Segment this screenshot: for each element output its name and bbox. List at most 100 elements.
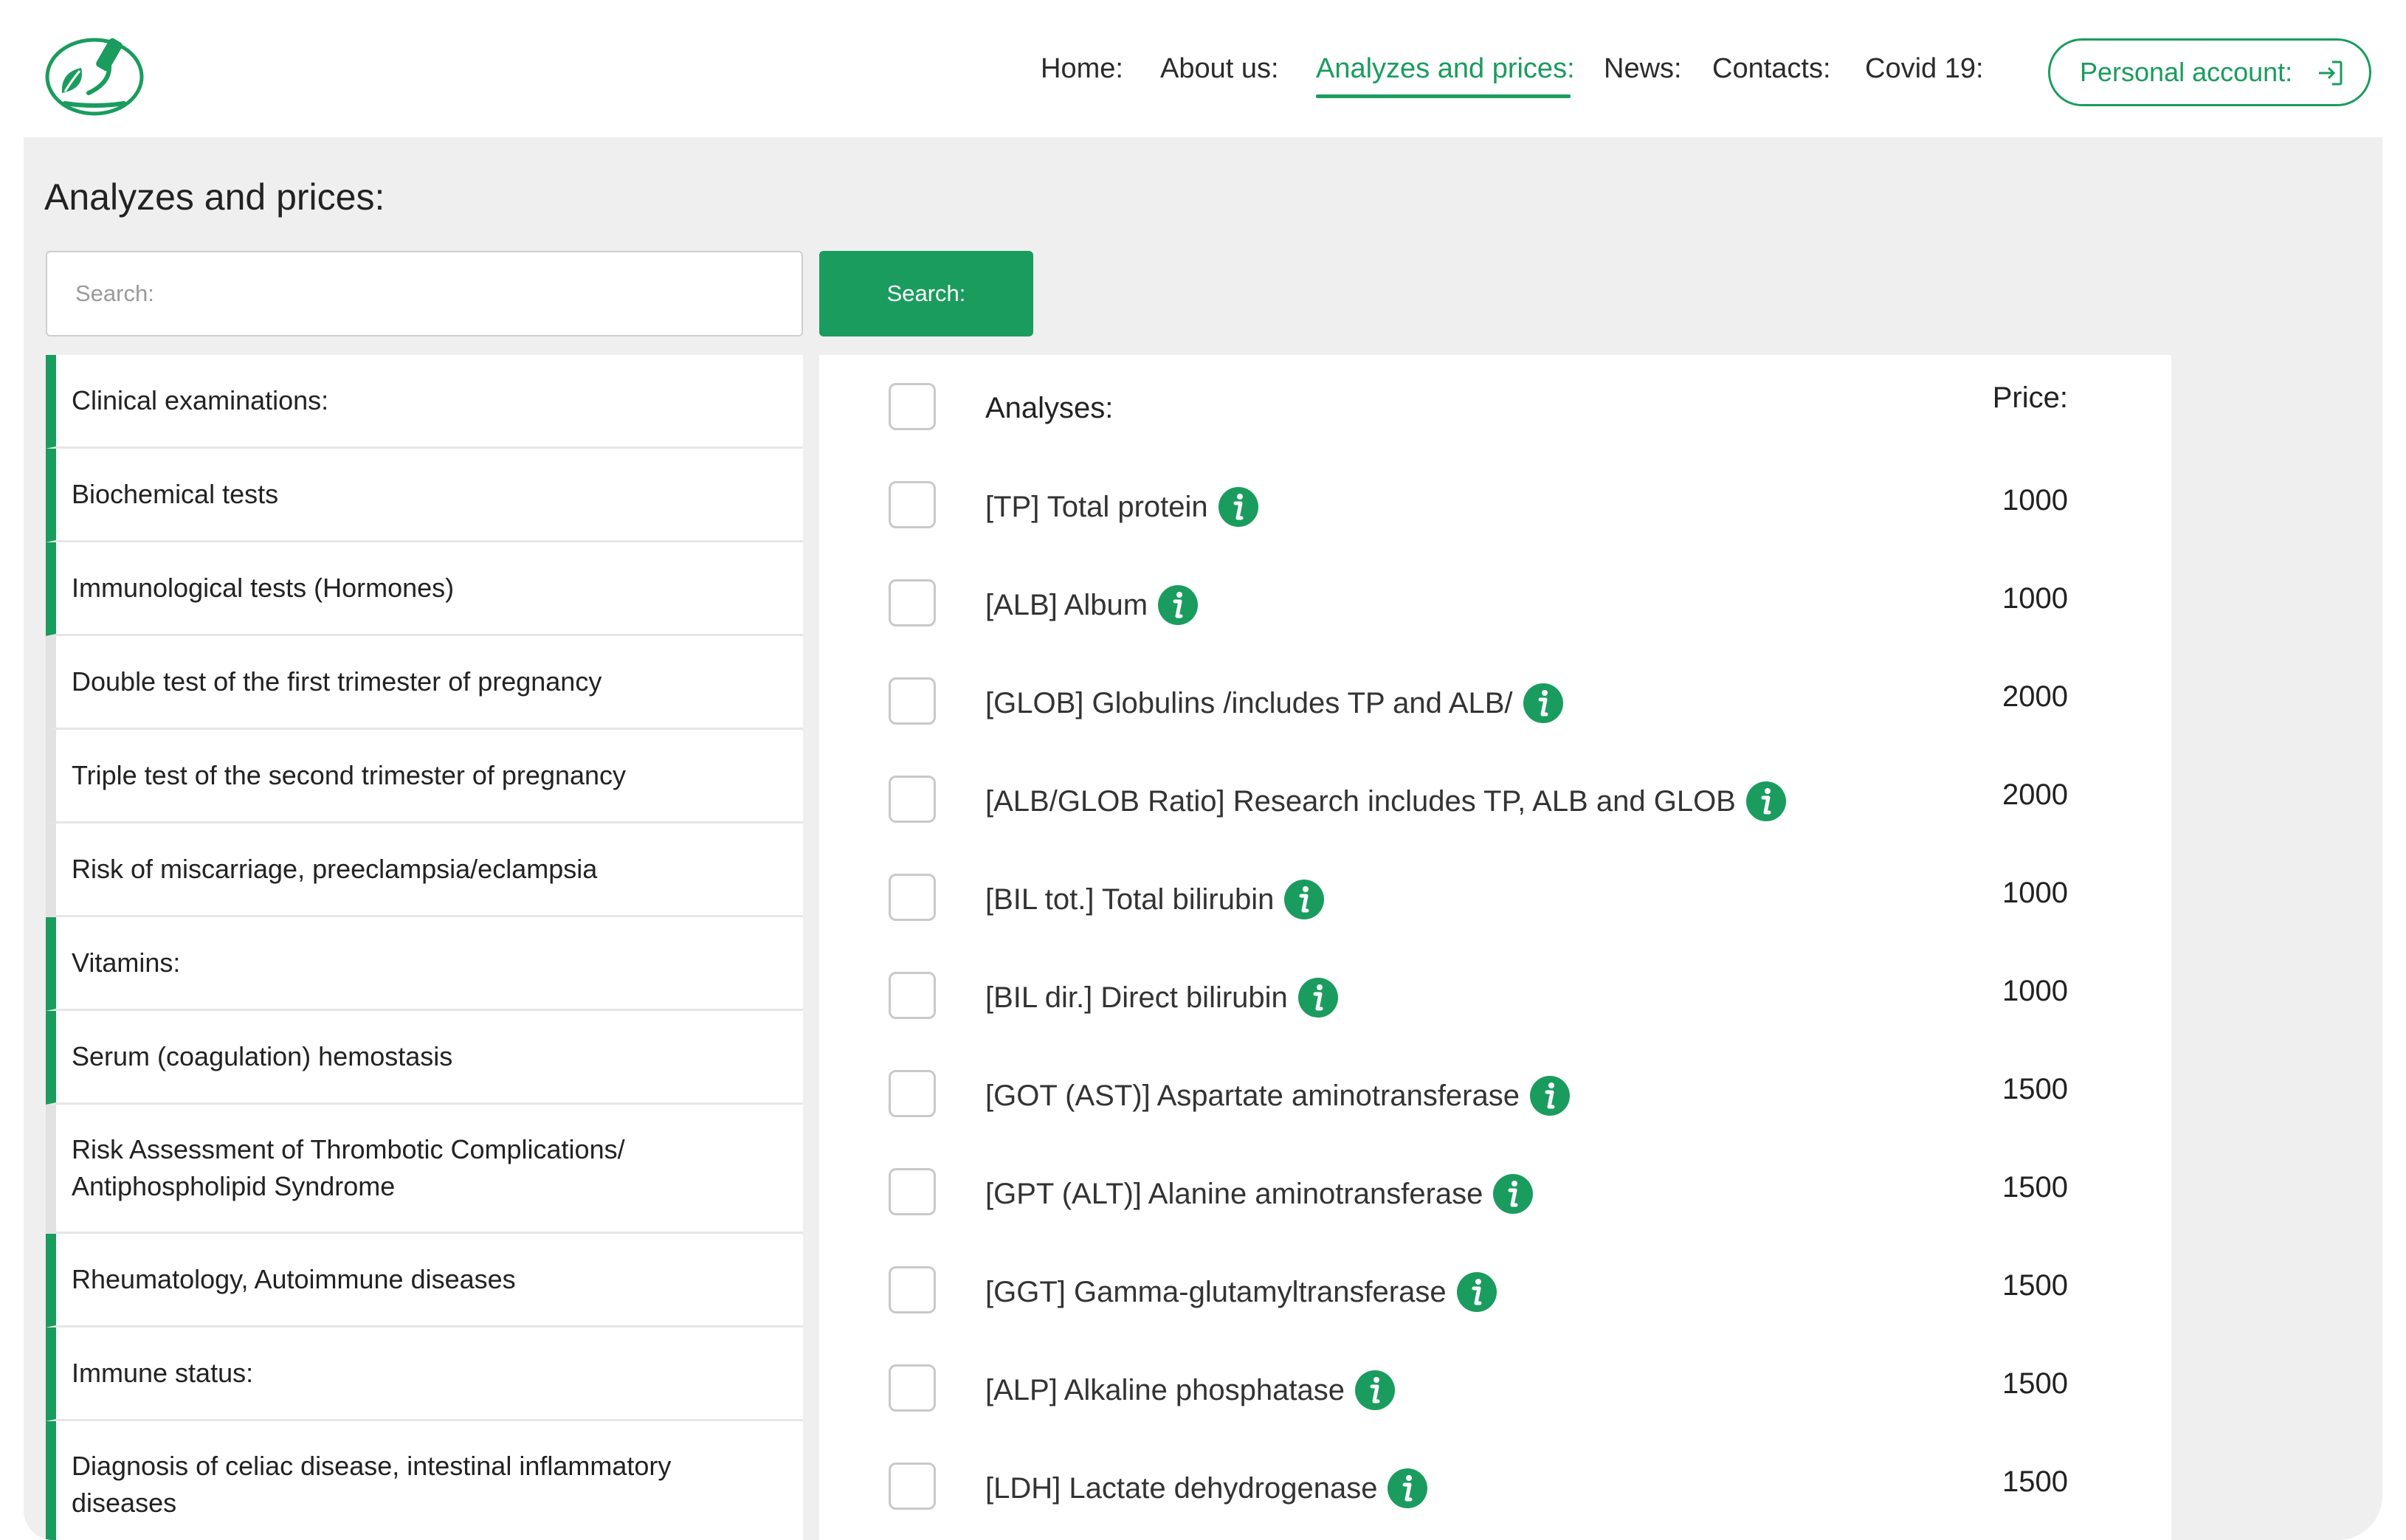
- row-checkbox[interactable]: [889, 1168, 936, 1215]
- category-label: Double test of the first trimester of pr…: [72, 666, 602, 697]
- row-checkbox[interactable]: [889, 677, 936, 725]
- info-icon[interactable]: [1217, 486, 1260, 528]
- analysis-name: [GGT] Gamma-glutamyltransferase: [985, 1271, 1498, 1313]
- analysis-price: 1000: [2002, 877, 2068, 909]
- analysis-price: 1500: [2002, 1269, 2068, 1302]
- analysis-price: 1500: [2002, 1465, 2068, 1498]
- category-label: Serum (coagulation) hemostasis: [72, 1041, 453, 1071]
- info-icon[interactable]: [1455, 1271, 1498, 1313]
- nav-active-underline: [1316, 94, 1571, 98]
- row-checkbox[interactable]: [889, 1070, 936, 1117]
- nav-covid-19[interactable]: Covid 19:: [1865, 53, 1984, 85]
- category-label: Diagnosis of celiac disease, intestinal …: [72, 1451, 672, 1518]
- nav-home[interactable]: Home:: [1041, 53, 1123, 85]
- analysis-name: [GOT (AST)] Aspartate aminotransferase: [985, 1074, 1571, 1117]
- price-column-header: Price:: [1992, 381, 2068, 414]
- analysis-price: 2000: [2002, 680, 2068, 713]
- row-checkbox[interactable]: [889, 1364, 936, 1412]
- search-button[interactable]: Search:: [819, 251, 1033, 336]
- table-header-row: Analyses: Price:: [819, 355, 2171, 453]
- category-label: Immune status:: [72, 1358, 254, 1388]
- nav-contacts[interactable]: Contacts:: [1712, 53, 1831, 85]
- analysis-name-text: [ALB/GLOB Ratio] Research includes TP, A…: [985, 784, 1736, 818]
- analysis-name-text: [ALB] Album: [985, 588, 1148, 621]
- category-label: Biochemical tests: [72, 479, 279, 509]
- main-nav: Home: About us: Analyzes and prices: New…: [0, 53, 2406, 112]
- table-row: [ALB/GLOB Ratio] Research includes TP, A…: [819, 747, 2171, 846]
- info-icon[interactable]: [1745, 780, 1788, 823]
- search-input[interactable]: [46, 251, 803, 336]
- row-checkbox[interactable]: [889, 776, 936, 823]
- analysis-name: [ALB/GLOB Ratio] Research includes TP, A…: [985, 780, 1788, 823]
- row-checkbox[interactable]: [889, 874, 936, 921]
- analysis-price: 1000: [2002, 484, 2068, 517]
- info-icon[interactable]: [1157, 584, 1199, 626]
- analysis-name: [BIL tot.] Total bilirubin: [985, 878, 1326, 921]
- category-item[interactable]: Clinical examinations:: [46, 355, 803, 449]
- analysis-price: 1500: [2002, 1367, 2068, 1400]
- row-checkbox[interactable]: [889, 972, 936, 1019]
- analysis-name-text: [BIL tot.] Total bilirubin: [985, 883, 1275, 916]
- category-item[interactable]: Diagnosis of celiac disease, intestinal …: [46, 1421, 803, 1540]
- personal-account-label: Personal account:: [2080, 57, 2293, 87]
- login-icon: [2319, 61, 2343, 86]
- analysis-name-text: [GOT (AST)] Aspartate aminotransferase: [985, 1079, 1520, 1112]
- row-checkbox[interactable]: [889, 481, 936, 528]
- category-list: Clinical examinations: Biochemical tests…: [46, 355, 803, 1540]
- category-item[interactable]: Double test of the first trimester of pr…: [46, 636, 803, 730]
- analysis-name: [ALB] Album: [985, 584, 1199, 626]
- main-content: Analyzes and prices: Search: Clinical ex…: [24, 137, 2382, 1540]
- analyses-table: Analyses: Price: [TP] Total protein 1000…: [819, 355, 2171, 1540]
- site-header: Home: About us: Analyzes and prices: New…: [0, 0, 2406, 137]
- analysis-name: [BIL dir.] Direct bilirubin: [985, 976, 1340, 1019]
- category-item[interactable]: Vitamins:: [46, 917, 803, 1011]
- info-icon[interactable]: [1297, 976, 1340, 1019]
- analysis-name-text: [GGT] Gamma-glutamyltransferase: [985, 1275, 1447, 1308]
- table-row: [ALP] Alkaline phosphatase 1500: [819, 1336, 2171, 1434]
- analysis-name-text: [TP] Total protein: [985, 490, 1208, 523]
- analysis-name: [GLOB] Globulins /includes TP and ALB/: [985, 682, 1565, 725]
- analyses-column-header: Analyses:: [985, 392, 1114, 424]
- category-item[interactable]: Immune status:: [46, 1327, 803, 1421]
- category-label: Clinical examinations:: [72, 385, 329, 415]
- category-label: Vitamins:: [72, 947, 181, 978]
- table-row: [GPT (ALT)] Alanine aminotransferase 150…: [819, 1140, 2171, 1238]
- category-item[interactable]: Risk Assessment of Thrombotic Complicati…: [46, 1105, 803, 1234]
- personal-account-button[interactable]: Personal account:: [2048, 38, 2371, 106]
- analysis-price: 2000: [2002, 778, 2068, 811]
- nav-news[interactable]: News:: [1604, 53, 1682, 85]
- analysis-price: 1500: [2002, 1171, 2068, 1204]
- analysis-name-text: [LDH] Lactate dehydrogenase: [985, 1471, 1378, 1505]
- table-row: [TP] Total protein 1000: [819, 453, 2171, 551]
- info-icon[interactable]: [1528, 1074, 1571, 1117]
- info-icon[interactable]: [1386, 1467, 1429, 1510]
- category-item[interactable]: Biochemical tests: [46, 449, 803, 542]
- info-icon[interactable]: [1283, 878, 1326, 921]
- category-item[interactable]: Rheumatology, Autoimmune diseases: [46, 1234, 803, 1327]
- category-item[interactable]: Serum (coagulation) hemostasis: [46, 1011, 803, 1105]
- category-label: Triple test of the second trimester of p…: [72, 760, 627, 790]
- nav-analyzes-and-prices[interactable]: Analyzes and prices:: [1316, 53, 1575, 85]
- info-icon[interactable]: [1354, 1369, 1396, 1412]
- row-checkbox[interactable]: [889, 1266, 936, 1313]
- category-label: Risk of miscarriage, preeclampsia/eclamp…: [72, 854, 598, 884]
- info-icon[interactable]: [1522, 682, 1565, 725]
- row-checkbox[interactable]: [889, 579, 936, 626]
- table-row: [BIL tot.] Total bilirubin 1000: [819, 846, 2171, 944]
- select-all-checkbox[interactable]: [889, 383, 936, 430]
- analysis-name-text: [GLOB] Globulins /includes TP and ALB/: [985, 686, 1513, 719]
- info-icon[interactable]: [1492, 1173, 1534, 1215]
- analysis-price: 1500: [2002, 1073, 2068, 1105]
- nav-about-us[interactable]: About us:: [1160, 53, 1279, 85]
- category-item[interactable]: Risk of miscarriage, preeclampsia/eclamp…: [46, 823, 803, 917]
- analysis-price: 1000: [2002, 975, 2068, 1007]
- table-row: [LDH] Lactate dehydrogenase 1500: [819, 1434, 2171, 1533]
- category-item[interactable]: Immunological tests (Hormones): [46, 542, 803, 636]
- analysis-name: [TP] Total protein: [985, 486, 1260, 528]
- table-row: [ALB] Album 1000: [819, 551, 2171, 649]
- row-checkbox[interactable]: [889, 1463, 936, 1510]
- table-row: [GLOB] Globulins /includes TP and ALB/ 2…: [819, 649, 2171, 747]
- category-item[interactable]: Triple test of the second trimester of p…: [46, 730, 803, 823]
- analysis-name-text: [GPT (ALT)] Alanine aminotransferase: [985, 1177, 1483, 1210]
- analysis-name: [ALP] Alkaline phosphatase: [985, 1369, 1396, 1412]
